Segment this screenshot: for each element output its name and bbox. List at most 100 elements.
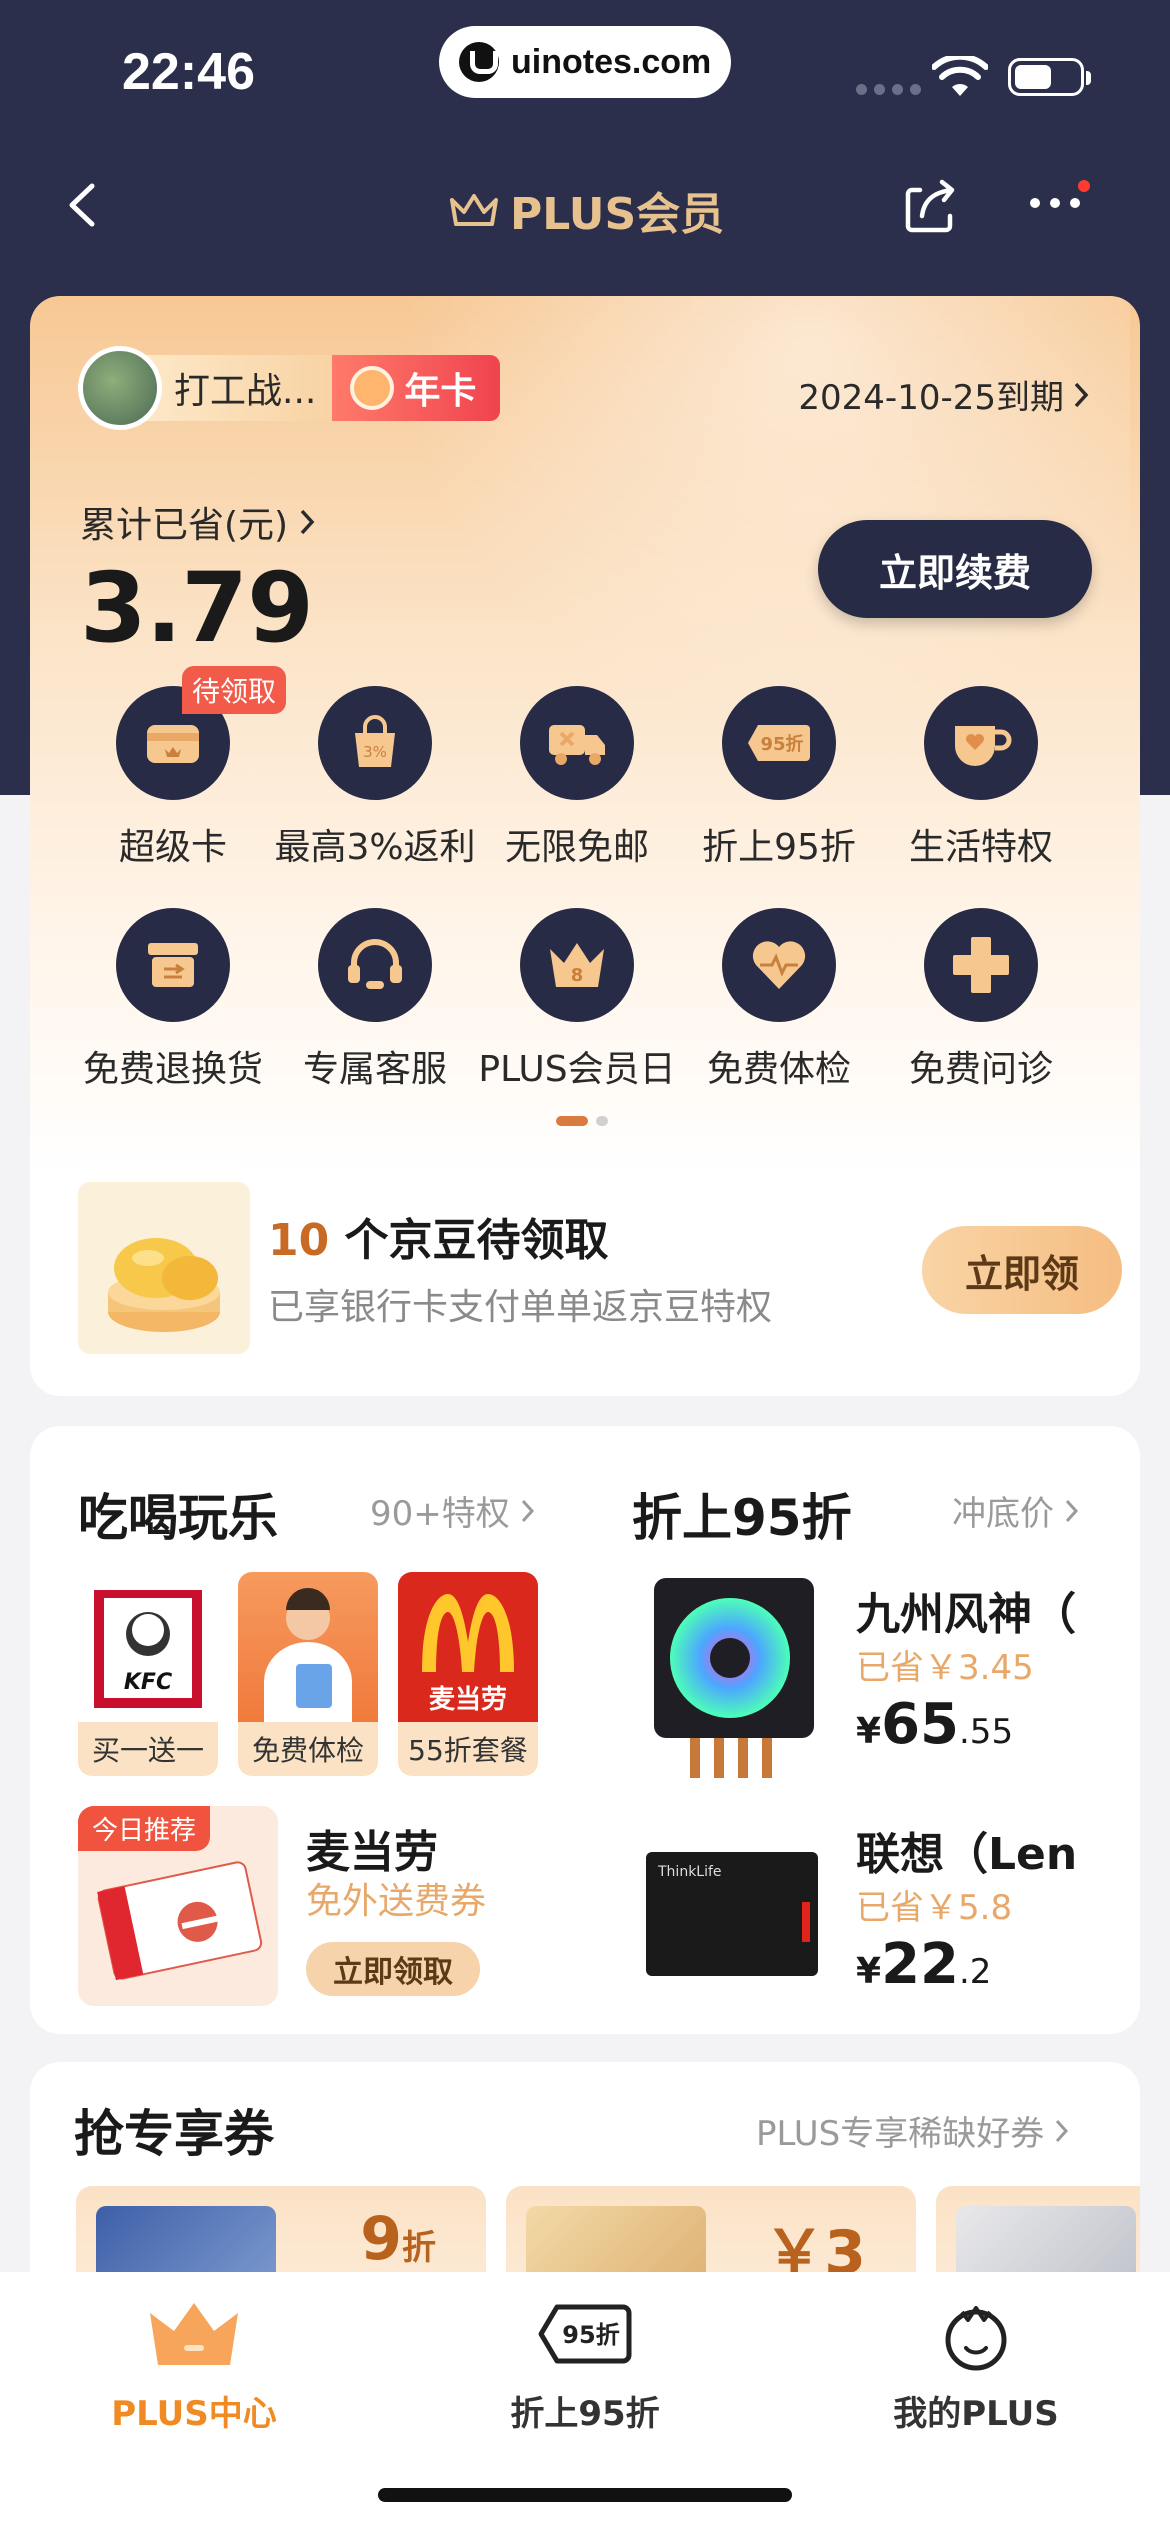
user-info[interactable]: 打工战... 年卡 bbox=[78, 346, 501, 430]
benefit-free-consult[interactable]: 免费问诊 bbox=[880, 908, 1082, 1092]
price-currency: ¥ bbox=[856, 1711, 882, 1752]
expiry-text: 2024-10-25到期 bbox=[798, 378, 1064, 418]
tile-caption: 免费体检 bbox=[238, 1722, 378, 1776]
svg-text:ThinkLife: ThinkLife bbox=[657, 1864, 722, 1880]
year-card-badge: 年卡 bbox=[332, 355, 501, 421]
benefit-label: 专属客服 bbox=[302, 1049, 447, 1090]
benefits-pager bbox=[556, 1116, 608, 1126]
status-time: 22:46 bbox=[122, 43, 255, 101]
svg-text:3%: 3% bbox=[363, 743, 387, 761]
doctor-image bbox=[238, 1572, 378, 1722]
nav-bar: PLUS会员 bbox=[0, 160, 1170, 250]
product-item[interactable]: ThinkLife 联想（Len 已省￥5.8 ¥22.2 bbox=[630, 1812, 1110, 2042]
battery-icon bbox=[1008, 58, 1091, 96]
price-decimal: .55 bbox=[959, 1712, 1014, 1752]
kfc-tile[interactable]: KFC 买一送一 bbox=[78, 1572, 218, 1776]
member-card: 打工战... 年卡 2024-10-25到期 累计已省(元) 3.79 立即续费… bbox=[30, 296, 1140, 1396]
cpu-cooler-image bbox=[630, 1572, 830, 1782]
benefit-free-shipping[interactable]: 无限免邮 bbox=[476, 686, 678, 870]
profile-tab-icon bbox=[926, 2294, 1026, 2374]
benefit-label: 生活特权 bbox=[908, 827, 1053, 868]
benefit-rebate[interactable]: 3% 最高3%返利 bbox=[274, 686, 476, 870]
benefit-label: 免费退换货 bbox=[82, 1049, 263, 1090]
truck-icon bbox=[520, 686, 634, 800]
bean-count: 10 bbox=[268, 1215, 330, 1266]
user-name-box: 打工战... bbox=[142, 355, 333, 421]
product-item[interactable]: 九州风神（ 已省￥3.45 ¥65.55 bbox=[630, 1572, 1110, 1802]
home-indicator bbox=[378, 2488, 792, 2502]
food-more-link[interactable]: 90+特权 bbox=[370, 1486, 536, 1535]
coupon-value: 9折 bbox=[360, 2204, 436, 2274]
nav-title: PLUS会员 bbox=[448, 178, 724, 242]
user-name: 打工战... bbox=[174, 371, 317, 412]
product-price: ¥22.2 bbox=[856, 1932, 991, 1997]
recommend-image[interactable]: 今日推荐 bbox=[78, 1806, 278, 2006]
tile-caption: 55折套餐 bbox=[398, 1722, 538, 1776]
nav-title-text: PLUS会员 bbox=[510, 189, 725, 240]
recommend-title: 麦当劳 bbox=[306, 1827, 438, 1878]
benefit-95-discount[interactable]: 95折 折上95折 bbox=[678, 686, 880, 870]
coupon-unit: 折 bbox=[402, 2228, 436, 2268]
cup-icon bbox=[924, 686, 1038, 800]
benefit-plus-day[interactable]: 8 PLUS会员日 bbox=[476, 908, 678, 1092]
bean-title-text: 个京豆待领取 bbox=[329, 1215, 609, 1266]
chevron-right-icon bbox=[1074, 382, 1089, 407]
back-arrow-icon[interactable] bbox=[58, 180, 108, 230]
url-text: uinotes.com bbox=[511, 42, 712, 81]
mcdonalds-text: 麦当劳 bbox=[429, 1685, 507, 1715]
pending-tag: 待领取 bbox=[182, 666, 287, 714]
price-integer: 22 bbox=[881, 1932, 959, 1997]
tab-95-discount[interactable]: 95折 折上95折 bbox=[435, 2294, 735, 2435]
benefit-label: 最高3%返利 bbox=[274, 827, 476, 868]
discount-more-link[interactable]: 冲底价 bbox=[952, 1486, 1080, 1535]
bean-title: 10 个京豆待领取 bbox=[268, 1204, 609, 1268]
svg-text:8: 8 bbox=[571, 965, 584, 986]
coupon-amount: 9 bbox=[360, 2204, 402, 2274]
coupons-more-link[interactable]: PLUS专享稀缺好券 bbox=[756, 2106, 1070, 2155]
benefit-free-checkup[interactable]: 免费体检 bbox=[678, 908, 880, 1092]
bean-subtitle: 已享银行卡支付单单返京豆特权 bbox=[268, 1287, 773, 1328]
chevron-right-icon bbox=[1056, 2119, 1069, 2142]
food-title: 吃喝玩乐 bbox=[78, 1489, 278, 1547]
more-menu-icon[interactable] bbox=[1030, 198, 1080, 208]
benefit-free-return[interactable]: 免费退换货 bbox=[72, 908, 274, 1092]
claim-beans-button[interactable]: 立即领 bbox=[922, 1226, 1122, 1314]
saved-total-value: 3.79 bbox=[80, 552, 314, 664]
tab-plus-center[interactable]: PLUS中心 bbox=[44, 2294, 344, 2435]
chevron-right-icon bbox=[300, 509, 315, 535]
saved-total-label[interactable]: 累计已省(元) bbox=[80, 496, 316, 548]
discount-more-text: 冲底价 bbox=[952, 1494, 1054, 1534]
benefit-label: 折上95折 bbox=[702, 827, 856, 868]
recommend-claim-button[interactable]: 立即领取 bbox=[306, 1942, 480, 1996]
tab-my-plus[interactable]: 我的PLUS bbox=[826, 2294, 1126, 2435]
kfc-logo: KFC bbox=[78, 1572, 218, 1722]
mcdonalds-tile[interactable]: 麦当劳 55折套餐 bbox=[398, 1572, 538, 1776]
benefit-label: 超级卡 bbox=[118, 827, 227, 868]
site-logo-icon bbox=[459, 42, 499, 82]
renew-button[interactable]: 立即续费 bbox=[818, 520, 1092, 618]
bean-image bbox=[78, 1182, 250, 1354]
benefits-row-2: 免费退换货 专属客服 8 PLUS会员日 免费体检 免费问诊 bbox=[30, 908, 1140, 1092]
tab-label: 折上95折 bbox=[510, 2394, 660, 2434]
svg-text:95折: 95折 bbox=[562, 2321, 619, 2349]
recommend-subtitle: 免外送费券 bbox=[306, 1881, 487, 1922]
wifi-icon bbox=[932, 56, 988, 96]
notification-dot bbox=[1078, 180, 1090, 192]
avatar bbox=[78, 346, 162, 430]
discount-title: 折上95折 bbox=[632, 1489, 852, 1547]
medical-cross-icon bbox=[924, 908, 1038, 1022]
heart-icon bbox=[722, 908, 836, 1022]
benefit-life-privilege[interactable]: 生活特权 bbox=[880, 686, 1082, 870]
checkup-tile[interactable]: 免费体检 bbox=[238, 1572, 378, 1776]
coupons-title: 抢专享券 bbox=[74, 2105, 274, 2163]
discount-tag-icon: 95折 bbox=[722, 686, 836, 800]
benefit-label: 无限免邮 bbox=[504, 827, 649, 868]
discount-tab-icon: 95折 bbox=[535, 2294, 635, 2374]
share-icon[interactable] bbox=[900, 176, 960, 236]
benefit-label: 免费体检 bbox=[706, 1049, 851, 1090]
url-pill[interactable]: uinotes.com bbox=[439, 26, 731, 98]
benefit-customer-service[interactable]: 专属客服 bbox=[274, 908, 476, 1092]
year-card-crown-icon bbox=[350, 366, 395, 410]
expiry-date[interactable]: 2024-10-25到期 bbox=[798, 370, 1090, 419]
product-saved: 已省￥5.8 bbox=[856, 1888, 1013, 1928]
